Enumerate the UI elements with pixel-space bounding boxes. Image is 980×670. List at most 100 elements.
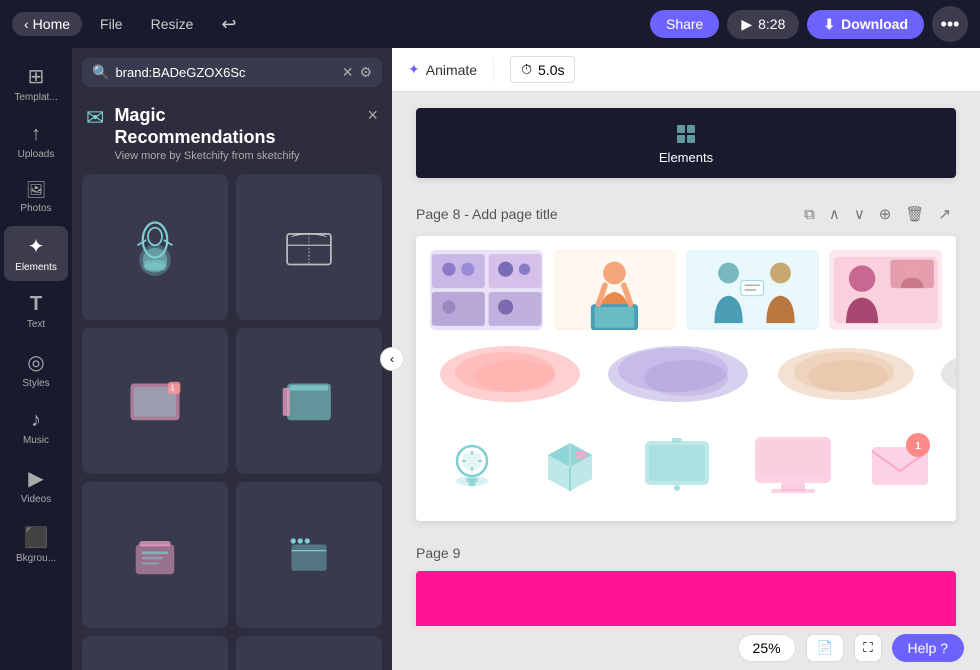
- file-menu-button[interactable]: File: [90, 12, 133, 36]
- page-9-header: Page 9: [416, 545, 956, 561]
- list-item[interactable]: [82, 482, 228, 628]
- list-item[interactable]: [236, 636, 382, 670]
- sidebar-item-label: Music: [23, 435, 49, 446]
- fullscreen-button[interactable]: ⛶: [854, 634, 881, 662]
- list-item[interactable]: [236, 328, 382, 474]
- page-indicator-icon: 📄: [817, 640, 834, 656]
- clear-icon[interactable]: ✕: [342, 64, 354, 81]
- list-item[interactable]: [82, 174, 228, 320]
- page-9-title: Page 9: [416, 545, 460, 561]
- watercolor-grey[interactable]: [934, 342, 956, 407]
- page-8-header: Page 8 - Add page title ⧉ ∧ ∨ ⊕ 🗑 ↗: [416, 202, 956, 226]
- watercolor-pink[interactable]: [430, 342, 590, 407]
- sidebar-item-label: Styles: [22, 378, 49, 389]
- left-sidebar: ⊞ Templat... ↑ Uploads 🖼 Photos ✦ Elemen…: [0, 48, 72, 670]
- styles-icon: ◎: [27, 350, 44, 375]
- sidebar-item-elements[interactable]: ✦ Elements: [4, 226, 68, 281]
- sidebar-item-label: Elements: [15, 262, 57, 273]
- page-up-button[interactable]: ∧: [824, 202, 845, 226]
- undo-button[interactable]: ↩: [211, 10, 246, 39]
- page-share-button[interactable]: ↗: [933, 202, 956, 226]
- illustration-woman-laptop[interactable]: [553, 250, 676, 330]
- page-copy-button[interactable]: ⧉: [799, 202, 820, 226]
- photos-icon: 🖼: [26, 180, 46, 200]
- list-item[interactable]: [236, 174, 382, 320]
- page-8-canvas[interactable]: 1: [416, 236, 956, 521]
- panel-subtitle: View more by Sketchify from sketchify: [114, 150, 299, 162]
- home-back-button[interactable]: ‹ Home: [12, 12, 82, 36]
- sidebar-item-videos[interactable]: ▶ Videos: [4, 458, 68, 513]
- panel-title-area: ✉ MagicRecommendations View more by Sket…: [86, 105, 299, 162]
- search-bar: 🔍 ✕ ⚙: [82, 58, 382, 87]
- page-duplicate-button[interactable]: ⊕: [874, 202, 897, 226]
- search-input[interactable]: [115, 65, 335, 80]
- filter-icon[interactable]: ⚙: [359, 64, 372, 81]
- more-options-button[interactable]: •••: [932, 6, 968, 42]
- icon-envelope[interactable]: 1: [858, 423, 942, 503]
- uploads-icon: ↑: [31, 123, 41, 146]
- list-item[interactable]: [82, 636, 228, 670]
- sidebar-item-music[interactable]: ♪ Music: [4, 401, 68, 454]
- page-8-section: Page 8 - Add page title ⧉ ∧ ∨ ⊕ 🗑 ↗: [416, 202, 956, 521]
- panel-wrapper: 🔍 ✕ ⚙ ✉ MagicRecommendations View more b…: [72, 48, 392, 670]
- sidebar-item-background[interactable]: ⬛ Bkgrou...: [4, 517, 68, 572]
- page-7-section: Elements: [416, 108, 956, 178]
- panel-header: ✉ MagicRecommendations View more by Sket…: [72, 97, 392, 166]
- play-icon: ▶: [741, 16, 752, 33]
- panel-title: MagicRecommendations: [114, 105, 299, 148]
- icon-lightbulb[interactable]: [430, 423, 514, 503]
- page-delete-button[interactable]: 🗑: [900, 202, 929, 226]
- time-label: 5.0s: [538, 62, 564, 78]
- videos-icon: ▶: [28, 466, 43, 491]
- panel-collapse-button[interactable]: ‹: [380, 347, 404, 371]
- watercolor-peach[interactable]: [766, 342, 926, 407]
- page-down-button[interactable]: ∨: [849, 202, 870, 226]
- search-icon: 🔍: [92, 64, 109, 81]
- download-button[interactable]: ⬇ Download: [807, 10, 924, 39]
- illustration-video-call-group[interactable]: [430, 250, 543, 330]
- list-item[interactable]: [236, 482, 382, 628]
- background-icon: ⬛: [24, 525, 49, 550]
- panel-logo-icon: ✉: [86, 105, 104, 131]
- icon-monitor[interactable]: [742, 423, 844, 503]
- sidebar-item-label: Templat...: [14, 92, 57, 103]
- share-button[interactable]: Share: [650, 10, 719, 38]
- sidebar-item-uploads[interactable]: ↑ Uploads: [4, 115, 68, 168]
- illustration-video-call-two[interactable]: [829, 250, 942, 330]
- page-9-canvas[interactable]: [416, 571, 956, 626]
- sidebar-item-label: Uploads: [18, 149, 55, 160]
- help-button[interactable]: Help ?: [892, 634, 964, 662]
- sidebar-item-styles[interactable]: ◎ Styles: [4, 342, 68, 397]
- watercolor-purple[interactable]: [598, 342, 758, 407]
- main-area: ⊞ Templat... ↑ Uploads 🖼 Photos ✦ Elemen…: [0, 48, 980, 670]
- bottom-bar: 25% 📄 ⛶ Help ?: [392, 626, 980, 670]
- text-icon: T: [30, 293, 42, 316]
- download-icon: ⬇: [823, 16, 835, 33]
- sidebar-item-photos[interactable]: 🖼 Photos: [4, 172, 68, 222]
- zoom-button[interactable]: 25%: [738, 634, 796, 662]
- illustration-two-people-talking[interactable]: [686, 250, 818, 330]
- sidebar-item-label: Text: [27, 319, 45, 330]
- sidebar-item-label: Photos: [20, 203, 51, 214]
- list-item[interactable]: 1: [82, 328, 228, 474]
- time-badge-button[interactable]: ⏱ 5.0s: [510, 56, 575, 83]
- panel-close-button[interactable]: ×: [367, 105, 378, 126]
- templates-icon: ⊞: [28, 64, 45, 89]
- sidebar-item-templates[interactable]: ⊞ Templat...: [4, 56, 68, 111]
- sidebar-item-text[interactable]: T Text: [4, 285, 68, 338]
- icon-phone-tablet[interactable]: [626, 423, 728, 503]
- svg-text:1: 1: [170, 384, 174, 393]
- home-label: Home: [33, 16, 70, 32]
- animate-button[interactable]: ✦ Animate: [408, 61, 477, 78]
- canvas-toolbar: ✦ Animate ⏱ 5.0s: [392, 48, 980, 92]
- page-8-title: Page 8 - Add page title: [416, 206, 558, 222]
- page-7-canvas: Elements: [416, 108, 956, 178]
- page-indicator-button[interactable]: 📄: [806, 634, 845, 662]
- play-button[interactable]: ▶ 8:28: [727, 10, 799, 39]
- icon-box[interactable]: [528, 423, 612, 503]
- resize-button[interactable]: Resize: [141, 12, 204, 36]
- music-icon: ♪: [31, 409, 41, 432]
- elements-icon: ✦: [28, 234, 45, 259]
- canvas-scroll[interactable]: Elements Page 8 - Add page title ⧉ ∧ ∨ ⊕…: [392, 92, 980, 626]
- page-8-actions: ⧉ ∧ ∨ ⊕ 🗑 ↗: [799, 202, 956, 226]
